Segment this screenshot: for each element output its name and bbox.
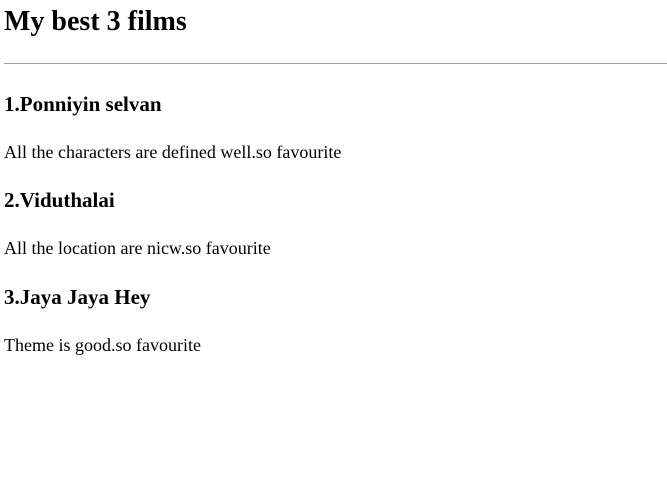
film-description-2: All the location are nicw.so favourite — [4, 238, 271, 258]
film-description-1: All the characters are defined well.so f… — [4, 142, 342, 162]
page-title: My best 3 films — [4, 6, 187, 37]
page: My best 3 films 1.Ponniyin selvan All th… — [0, 0, 667, 496]
film-title-3: 3.Jaya Jaya Hey — [4, 285, 151, 309]
film-title-1: 1.Ponniyin selvan — [4, 92, 162, 116]
film-title-2: 2.Viduthalai — [4, 188, 115, 212]
film-description-3: Theme is good.so favourite — [4, 335, 201, 355]
horizontal-rule — [4, 63, 667, 64]
